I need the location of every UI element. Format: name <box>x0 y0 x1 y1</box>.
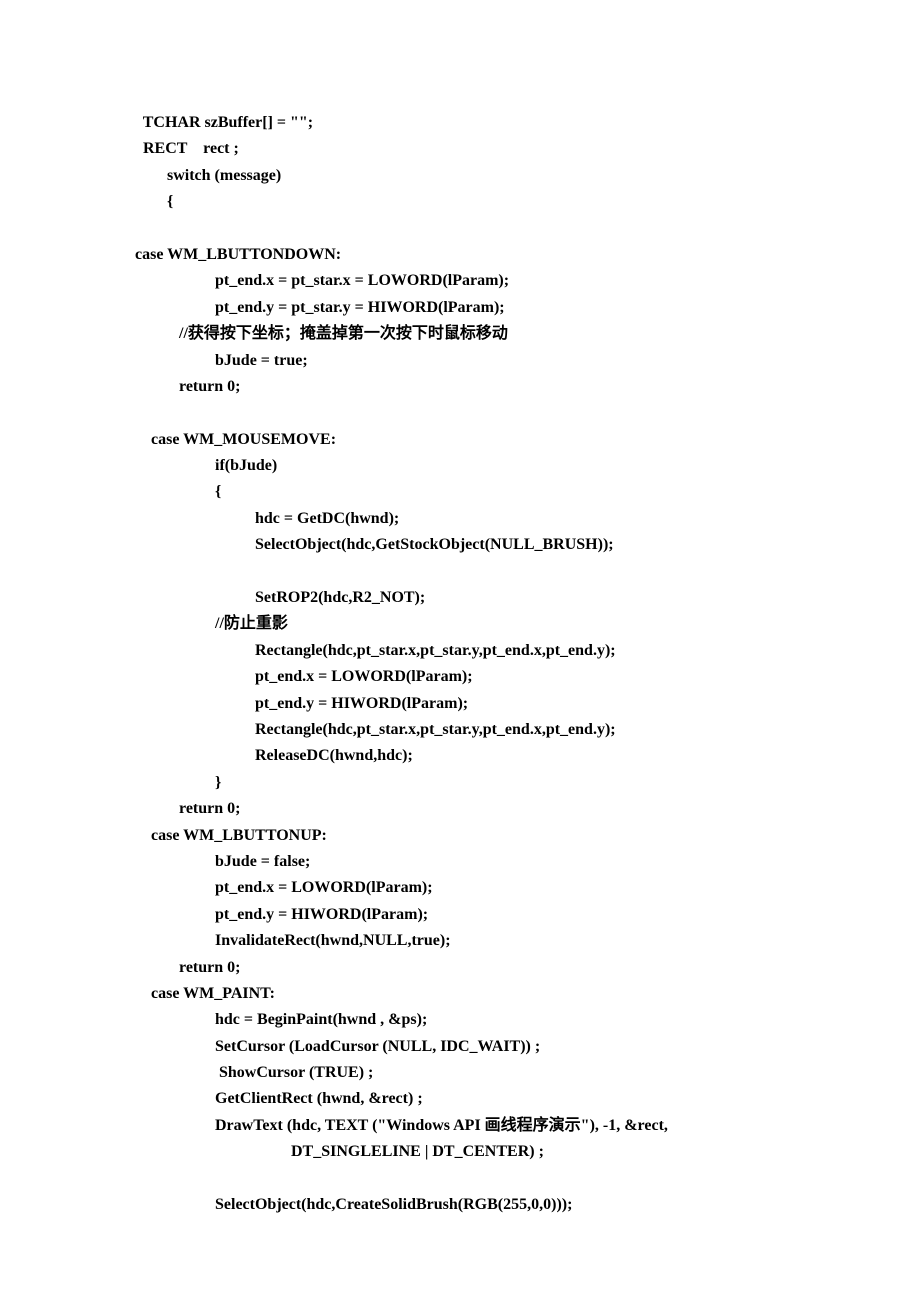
code-block: TCHAR szBuffer[] = ""; RECT rect ; switc… <box>0 110 920 1218</box>
document-page: TCHAR szBuffer[] = ""; RECT rect ; switc… <box>0 0 920 1302</box>
